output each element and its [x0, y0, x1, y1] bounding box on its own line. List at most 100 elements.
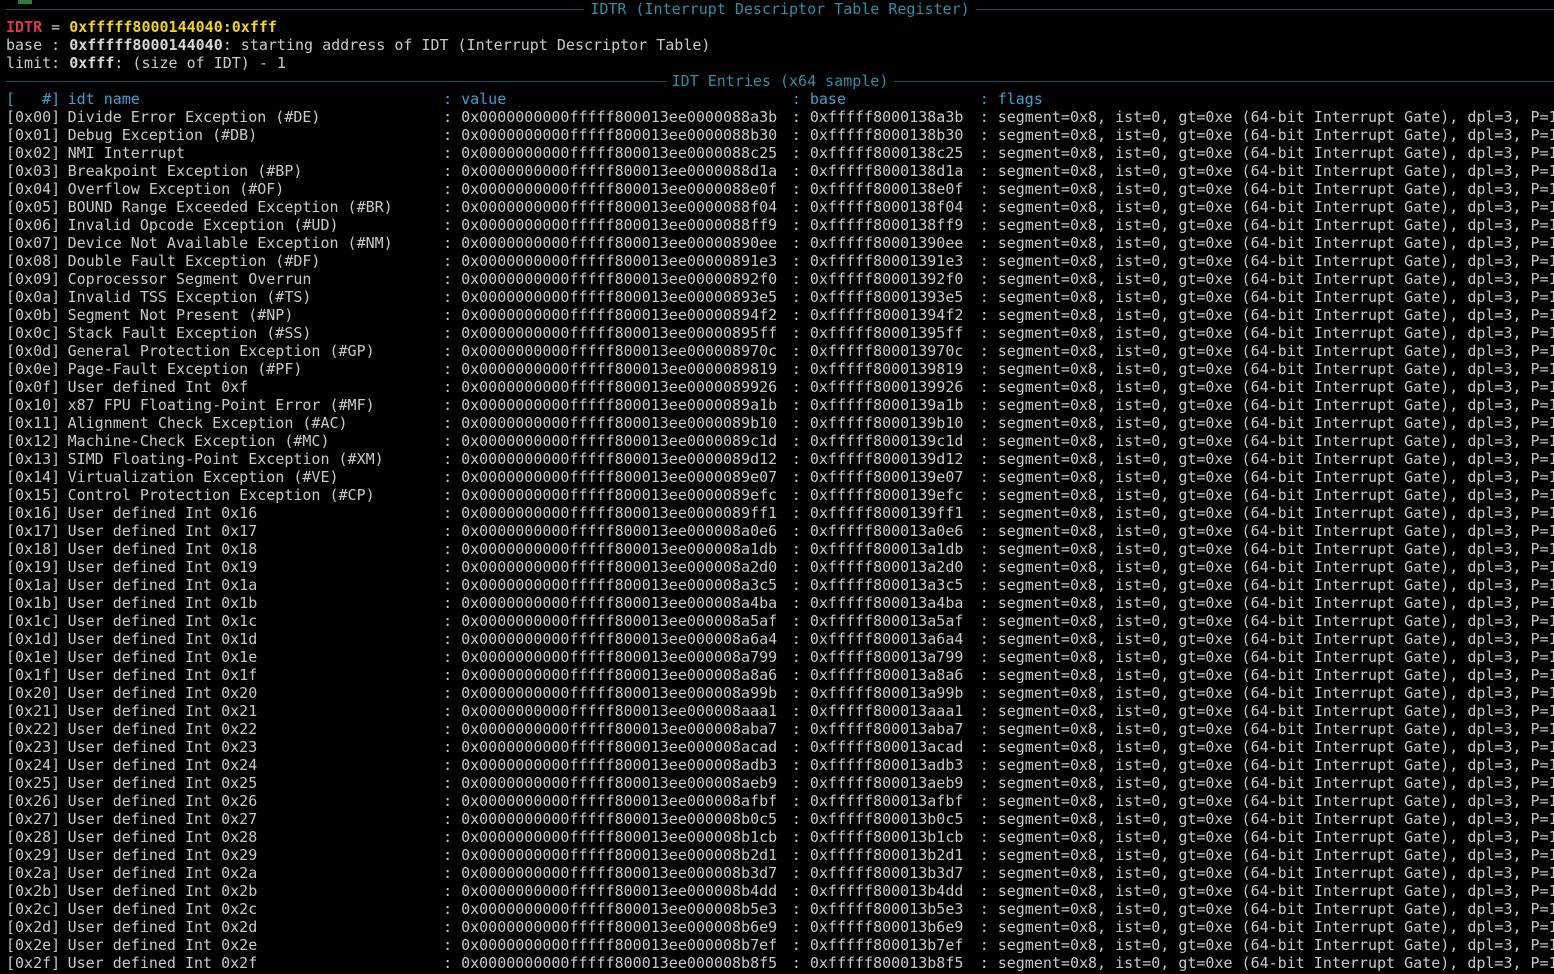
entry-flags: segment=0x8, ist=0, gt=0xe (64-bit Inter…: [997, 684, 1554, 702]
table-row: [0x0a] Invalid TSS Exception (#TS): 0x000…: [6, 288, 1554, 306]
entry-index: [0x14]: [6, 468, 61, 486]
entry-index: [0x18]: [6, 540, 61, 558]
column-colon: :: [979, 648, 998, 666]
entry-name: User defined Int 0x2a: [67, 864, 258, 882]
entry-flags: segment=0x8, ist=0, gt=0xe (64-bit Inter…: [997, 702, 1554, 720]
entry-index: [0x24]: [6, 756, 61, 774]
entry-base: 0xfffff8000138b30: [809, 126, 964, 144]
entry-index: [0x16]: [6, 504, 61, 522]
entry-name: Coprocessor Segment Overrun: [67, 270, 312, 288]
table-row: [0x29] User defined Int 0x29: 0x000000000…: [6, 846, 1554, 864]
entry-base: 0xfffff8000138a3b: [809, 108, 964, 126]
entry-index: [0x23]: [6, 738, 61, 756]
table-row: [0x11] Alignment Check Exception (#AC): 0…: [6, 414, 1554, 432]
column-colon: :: [443, 558, 462, 576]
column-colon: :: [979, 666, 998, 684]
entry-index: [0x26]: [6, 792, 61, 810]
column-colon: :: [443, 900, 462, 918]
limit-desc: : (size of IDT) - 1: [114, 54, 286, 72]
column-colon: :: [443, 918, 462, 936]
column-colon: :: [443, 594, 462, 612]
entry-name: User defined Int 0x21: [67, 702, 258, 720]
entry-flags: segment=0x8, ist=0, gt=0xe (64-bit Inter…: [997, 324, 1554, 342]
entry-name: x87 FPU Floating-Point Error (#MF): [67, 396, 375, 414]
base-value: 0xfffff8000144040: [69, 36, 223, 54]
entry-flags: segment=0x8, ist=0, gt=0xe (64-bit Inter…: [997, 594, 1554, 612]
entry-value: 0x0000000000fffff800013ee000008b4dd: [461, 882, 778, 900]
entry-flags: segment=0x8, ist=0, gt=0xe (64-bit Inter…: [997, 198, 1554, 216]
column-colon: :: [443, 828, 462, 846]
column-colon: :: [979, 252, 998, 270]
column-colon: :: [979, 828, 998, 846]
base-desc: : starting address of IDT (Interrupt Des…: [222, 36, 711, 54]
column-colon: :: [443, 144, 462, 162]
entry-name: User defined Int 0x1c: [67, 612, 258, 630]
column-colon: :: [979, 486, 998, 504]
entry-name: User defined Int 0x28: [67, 828, 258, 846]
header-name: idt name: [67, 90, 140, 108]
entry-index: [0x2b]: [6, 882, 61, 900]
entry-base: 0xfffff8000138e0f: [809, 180, 964, 198]
entry-value: 0x0000000000fffff800013ee000008970c: [461, 342, 778, 360]
entry-value: 0x0000000000fffff800013ee000008a8a6: [461, 666, 778, 684]
entry-index: [0x0a]: [6, 288, 61, 306]
column-colon: :: [979, 378, 998, 396]
column-colon: :: [791, 558, 810, 576]
column-colon: :: [979, 882, 998, 900]
entry-name: User defined Int 0x2f: [67, 954, 258, 972]
column-colon: :: [791, 882, 810, 900]
entry-base: 0xfffff8000138ff9: [809, 216, 964, 234]
column-colon: :: [791, 288, 810, 306]
entry-name: Alignment Check Exception (#AC): [67, 414, 348, 432]
column-colon: :: [443, 720, 462, 738]
entry-value: 0x0000000000fffff800013ee0000089e07: [461, 468, 778, 486]
table-row: [0x15] Control Protection Exception (#CP)…: [6, 486, 1554, 504]
entry-base: 0xfffff8000138f04: [809, 198, 964, 216]
entry-value: 0x0000000000fffff800013ee0000089efc: [461, 486, 778, 504]
column-colon: :: [979, 396, 998, 414]
entry-flags: segment=0x8, ist=0, gt=0xe (64-bit Inter…: [997, 666, 1554, 684]
entry-flags: segment=0x8, ist=0, gt=0xe (64-bit Inter…: [997, 738, 1554, 756]
header-colon: :: [791, 90, 810, 108]
column-colon: :: [979, 432, 998, 450]
table-row: [0x26] User defined Int 0x26: 0x000000000…: [6, 792, 1554, 810]
column-colon: :: [791, 522, 810, 540]
entry-base: 0xfffff800013aaa1: [809, 702, 964, 720]
entry-base: 0xfffff8000139e07: [809, 468, 964, 486]
entry-index: [0x29]: [6, 846, 61, 864]
entry-name: User defined Int 0x26: [67, 792, 258, 810]
entry-name: SIMD Floating-Point Exception (#XM): [67, 450, 384, 468]
column-colon: :: [979, 684, 998, 702]
entry-value: 0x0000000000fffff800013ee000008b5e3: [461, 900, 778, 918]
entry-flags: segment=0x8, ist=0, gt=0xe (64-bit Inter…: [997, 450, 1554, 468]
column-colon: :: [791, 630, 810, 648]
entry-base: 0xfffff800013a5af: [809, 612, 964, 630]
entry-base: 0xfffff8000139d12: [809, 450, 964, 468]
entry-name: Invalid Opcode Exception (#UD): [67, 216, 339, 234]
entry-value: 0x0000000000fffff800013ee000008a4ba: [461, 594, 778, 612]
column-colon: :: [791, 846, 810, 864]
column-colon: :: [443, 540, 462, 558]
entry-base: 0xfffff800013a0e6: [809, 522, 964, 540]
entry-flags: segment=0x8, ist=0, gt=0xe (64-bit Inter…: [997, 234, 1554, 252]
idtr-base-value: 0xfffff8000144040: [69, 18, 223, 36]
entry-index: [0x04]: [6, 180, 61, 198]
column-colon: :: [443, 846, 462, 864]
column-colon: :: [979, 900, 998, 918]
table-row: [0x1d] User defined Int 0x1d: 0x000000000…: [6, 630, 1554, 648]
column-colon: :: [791, 504, 810, 522]
entry-value: 0x0000000000fffff800013ee0000089926: [461, 378, 778, 396]
entry-index: [0x1b]: [6, 594, 61, 612]
entry-base: 0xfffff800013a99b: [809, 684, 964, 702]
entry-base: 0xfffff800013b4dd: [809, 882, 964, 900]
column-colon: :: [791, 378, 810, 396]
entry-value: 0x0000000000fffff800013ee000008b7ef: [461, 936, 778, 954]
entry-flags: segment=0x8, ist=0, gt=0xe (64-bit Inter…: [997, 468, 1554, 486]
entry-base: 0xfffff80001391e3: [809, 252, 964, 270]
entry-index: [0x03]: [6, 162, 61, 180]
entry-name: Stack Fault Exception (#SS): [67, 324, 312, 342]
entry-value: 0x0000000000fffff800013ee0000089819: [461, 360, 778, 378]
entry-index: [0x0e]: [6, 360, 61, 378]
column-colon: :: [443, 864, 462, 882]
entry-base: 0xfffff80001394f2: [809, 306, 964, 324]
